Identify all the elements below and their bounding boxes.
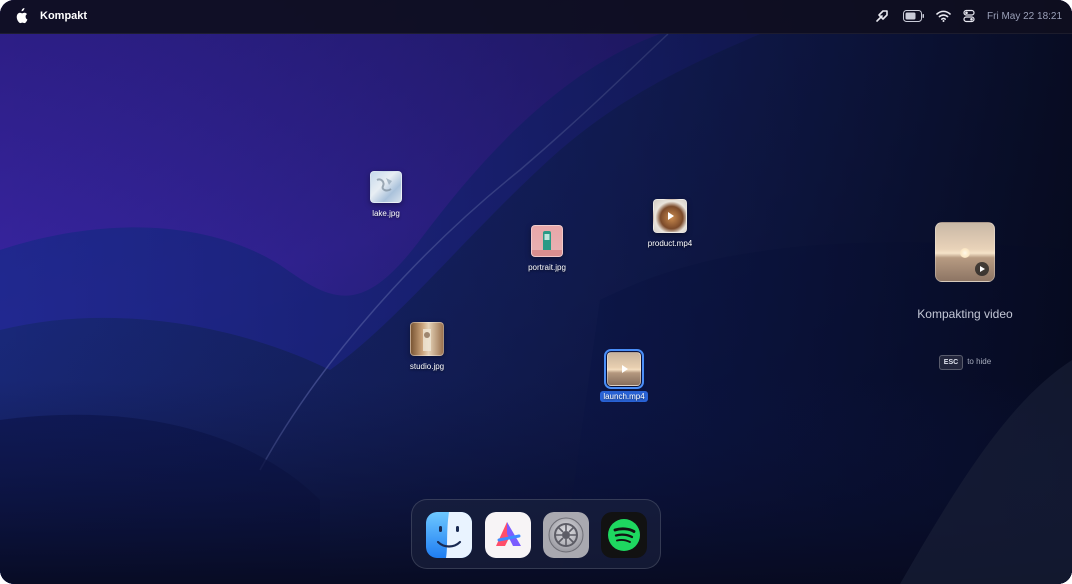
image-thumbnail [531, 225, 563, 257]
file-name: studio.jpg [409, 362, 445, 371]
image-thumbnail [370, 171, 402, 203]
desktop-screen: Kompakt Fri May 22 18:21 lake.jpg portra… [0, 0, 1072, 584]
desktop-file[interactable]: portrait.jpg [507, 225, 587, 275]
wifi-icon[interactable] [936, 9, 951, 23]
apple-icon[interactable] [14, 8, 28, 24]
file-name: portrait.jpg [528, 263, 566, 272]
image-thumbnail [410, 322, 444, 356]
file-name: product.mp4 [647, 239, 693, 248]
system-settings-icon[interactable] [543, 512, 589, 558]
desktop-file[interactable]: product.mp4 [630, 199, 710, 251]
spotify-icon[interactable] [601, 512, 647, 558]
finder-icon[interactable] [426, 512, 472, 558]
file-name: lake.jpg [372, 209, 400, 218]
affinity-icon[interactable] [485, 512, 531, 558]
compression-status: Kompakting video [917, 307, 1013, 321]
esc-key-badge[interactable]: ESC [938, 355, 964, 370]
desktop-file[interactable]: studio.jpg [387, 322, 467, 374]
sun-glow [960, 248, 970, 258]
play-icon[interactable] [975, 262, 989, 276]
kompakt-progress-panel: Kompakting video ESC to hide [900, 222, 1030, 370]
dock [411, 499, 661, 569]
control-center-icon[interactable] [963, 9, 975, 23]
video-thumbnail [604, 349, 644, 389]
desktop-file[interactable]: launch.mp4 [584, 349, 664, 404]
hide-hint-text: to hide [967, 357, 992, 366]
menu-bar: Kompakt Fri May 22 18:21 [0, 0, 1072, 34]
play-icon [622, 365, 628, 373]
kompakt-menubar-icon[interactable] [875, 9, 889, 23]
video-preview [935, 222, 995, 282]
desktop-file[interactable]: lake.jpg [346, 171, 426, 221]
hide-hint: ESC to hide [900, 355, 1030, 370]
file-name: launch.mp4 [600, 391, 648, 402]
battery-icon[interactable] [903, 10, 925, 22]
active-app-name[interactable]: Kompakt [40, 10, 87, 22]
video-thumbnail [653, 199, 687, 233]
menubar-clock[interactable]: Fri May 22 18:21 [987, 11, 1062, 22]
play-icon [668, 212, 674, 220]
